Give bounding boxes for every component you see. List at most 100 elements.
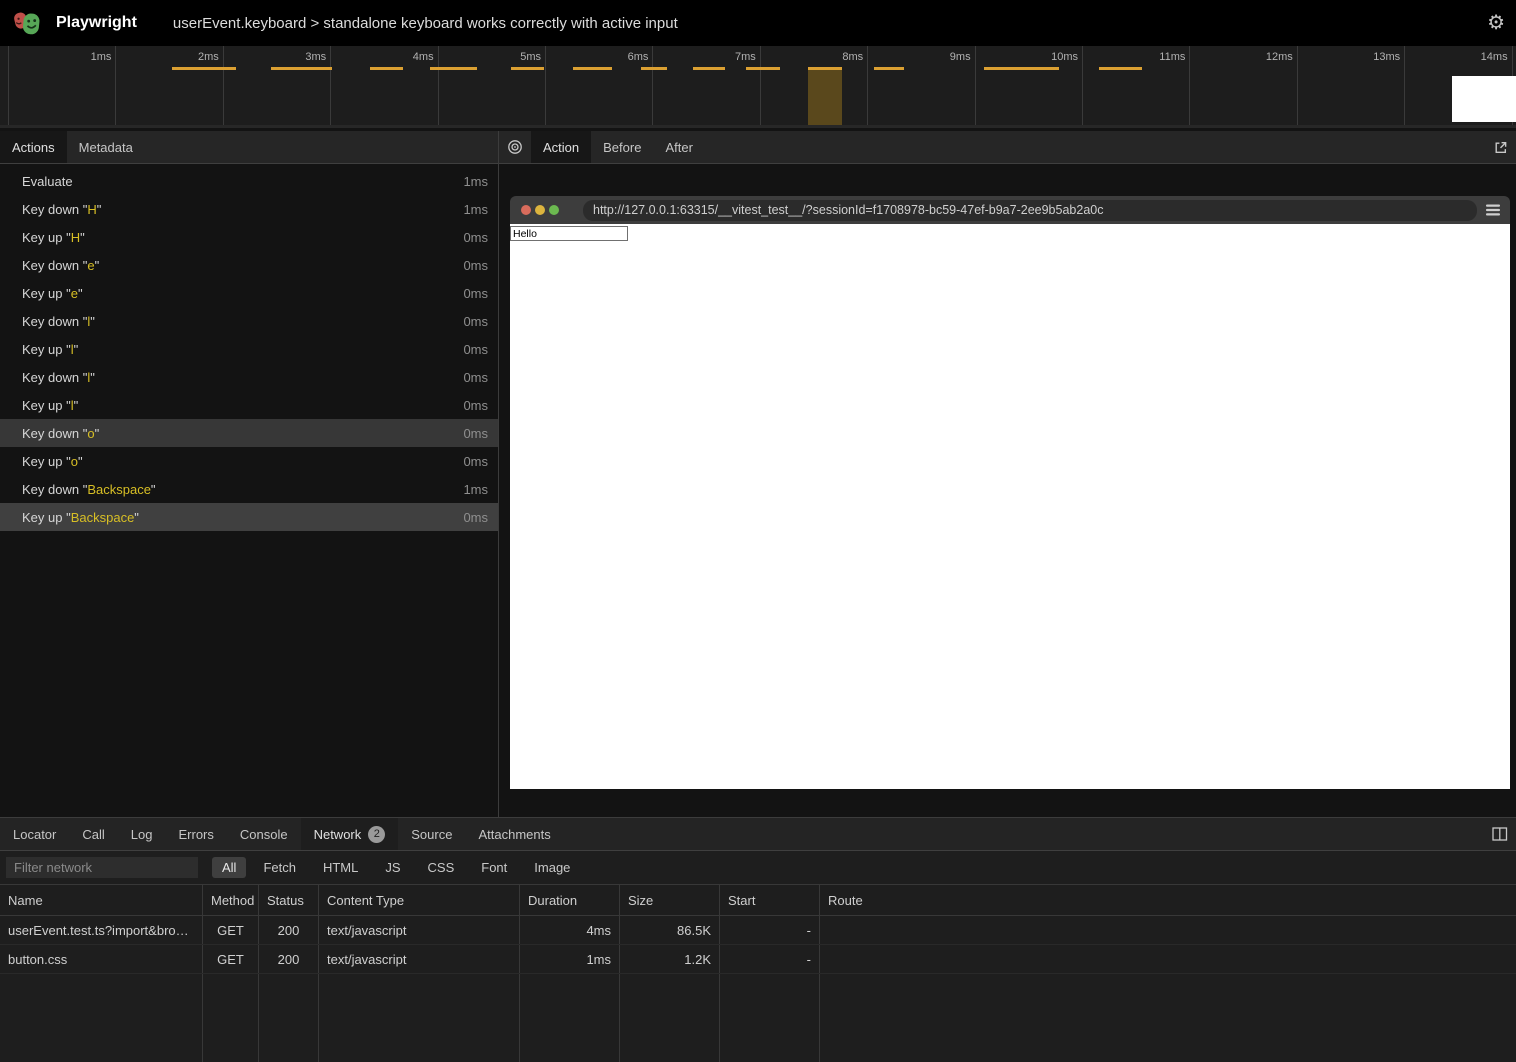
timeline-action-marker[interactable] — [984, 67, 1059, 70]
network-empty-cell — [203, 974, 259, 1062]
tab-actions[interactable]: Actions — [0, 131, 67, 163]
network-header-cell: Name — [0, 885, 203, 915]
network-row[interactable]: button.cssGET200text/javascript1ms1.2K- — [0, 945, 1516, 974]
action-label: Key up " — [22, 398, 71, 413]
action-row[interactable]: Key up "l"0ms — [0, 391, 498, 419]
action-quote: " — [95, 426, 100, 441]
timeline-action-marker[interactable] — [172, 67, 236, 70]
action-duration: 1ms — [463, 174, 488, 189]
timeline[interactable]: 1ms2ms3ms4ms5ms6ms7ms8ms9ms10ms11ms12ms1… — [0, 46, 1516, 128]
timeline-action-marker[interactable] — [641, 67, 667, 70]
action-row[interactable]: Key up "o"0ms — [0, 447, 498, 475]
network-cell-start: - — [720, 916, 820, 944]
action-quote: " — [134, 510, 139, 525]
network-header-cell: Content Type — [319, 885, 520, 915]
network-filter-chips: All Fetch HTML JS CSS Font Image — [212, 857, 580, 878]
network-cell-duration: 1ms — [520, 945, 620, 973]
filter-chip-image[interactable]: Image — [524, 857, 580, 878]
timeline-tick-label: 7ms — [735, 51, 756, 63]
action-row[interactable]: Key down "l"0ms — [0, 307, 498, 335]
action-duration: 0ms — [463, 230, 488, 245]
action-duration: 0ms — [463, 426, 488, 441]
action-row[interactable]: Key down "l"0ms — [0, 363, 498, 391]
timeline-action-marker[interactable] — [511, 67, 544, 70]
network-cell-route — [820, 916, 1516, 944]
playwright-logo-icon — [12, 8, 42, 38]
timeline-tick-label: 1ms — [91, 51, 112, 63]
action-row[interactable]: Key down "Backspace"1ms — [0, 475, 498, 503]
filter-chip-font[interactable]: Font — [471, 857, 517, 878]
tab-call[interactable]: Call — [69, 818, 117, 850]
action-label: Evaluate — [22, 174, 73, 189]
text-input[interactable] — [510, 226, 628, 241]
action-quote: " — [90, 314, 95, 329]
tab-network[interactable]: Network2 — [301, 818, 399, 850]
timeline-selected-range[interactable] — [808, 67, 842, 125]
network-row[interactable]: userEvent.test.ts?import&bro…GET200text/… — [0, 916, 1516, 945]
tab-errors[interactable]: Errors — [165, 818, 226, 850]
snapshot-viewport: http://127.0.0.1:63315/__vitest_test__/?… — [499, 164, 1516, 817]
pick-locator-target-icon[interactable] — [499, 131, 531, 163]
network-header-cell: Status — [259, 885, 319, 915]
filter-chip-html[interactable]: HTML — [313, 857, 368, 878]
filter-chip-js[interactable]: JS — [375, 857, 410, 878]
actions-metadata-tabbar: ActionsMetadata — [0, 131, 498, 164]
timeline-action-marker[interactable] — [430, 67, 477, 70]
snapshot-panel: ActionBeforeAfter — [499, 131, 1516, 817]
timeline-tick-label: 8ms — [842, 51, 863, 63]
network-header-cell: Method — [203, 885, 259, 915]
timeline-ruler-cell: 7ms — [653, 46, 760, 125]
action-row[interactable]: Key down "o"0ms — [0, 419, 498, 447]
tab-locator[interactable]: Locator — [0, 818, 69, 850]
network-header-cell: Duration — [520, 885, 620, 915]
filter-chip-fetch[interactable]: Fetch — [253, 857, 306, 878]
browser-menu-icon[interactable] — [1485, 204, 1501, 216]
action-row[interactable]: Evaluate 1ms — [0, 167, 498, 195]
network-empty-cell — [620, 974, 720, 1062]
network-cell-name: button.css — [0, 945, 203, 973]
tab-log[interactable]: Log — [118, 818, 166, 850]
tab-after[interactable]: After — [653, 131, 704, 163]
timeline-action-marker[interactable] — [573, 67, 612, 70]
action-quote: " — [95, 258, 100, 273]
bottom-panel: LocatorCallLogErrorsConsoleNetwork2Sourc… — [0, 817, 1516, 1062]
timeline-ruler-cell: 4ms — [331, 46, 438, 125]
tab-before[interactable]: Before — [591, 131, 653, 163]
timeline-ruler-cell: 12ms — [1190, 46, 1297, 125]
settings-gear-icon[interactable]: ⚙ — [1487, 13, 1505, 33]
timeline-action-marker[interactable] — [1099, 67, 1142, 70]
action-row[interactable]: Key up "Backspace"0ms — [0, 503, 498, 531]
filter-chip-css[interactable]: CSS — [418, 857, 465, 878]
timeline-ruler-cell: 10ms — [976, 46, 1083, 125]
tab-source[interactable]: Source — [398, 818, 465, 850]
action-quote: " — [151, 482, 156, 497]
action-key: o — [71, 454, 78, 469]
timeline-action-marker[interactable] — [271, 67, 332, 70]
timeline-screenshot-thumbnail[interactable] — [1452, 76, 1516, 122]
action-row[interactable]: Key up "l"0ms — [0, 335, 498, 363]
timeline-action-marker[interactable] — [746, 67, 780, 70]
action-row[interactable]: Key down "H"1ms — [0, 195, 498, 223]
tab-metadata[interactable]: Metadata — [67, 131, 145, 163]
timeline-tick-label: 3ms — [305, 51, 326, 63]
action-row[interactable]: Key up "H"0ms — [0, 223, 498, 251]
timeline-action-marker[interactable] — [370, 67, 403, 70]
action-row[interactable]: Key up "e"0ms — [0, 279, 498, 307]
tab-console[interactable]: Console — [227, 818, 301, 850]
action-duration: 1ms — [463, 482, 488, 497]
network-cell-status: 200 — [259, 916, 319, 944]
timeline-ruler-cell: 3ms — [224, 46, 331, 125]
timeline-action-marker[interactable] — [874, 67, 904, 70]
open-snapshot-external-icon[interactable] — [1493, 131, 1516, 163]
action-duration: 0ms — [463, 258, 488, 273]
tab-attachments[interactable]: Attachments — [465, 818, 563, 850]
timeline-action-marker[interactable] — [693, 67, 725, 70]
tab-action[interactable]: Action — [531, 131, 591, 163]
timeline-tick-label: 12ms — [1266, 51, 1293, 63]
filter-chip-all[interactable]: All — [212, 857, 246, 878]
layout-columns-icon[interactable] — [1492, 818, 1516, 850]
action-row[interactable]: Key down "e"0ms — [0, 251, 498, 279]
network-filter-input[interactable] — [6, 857, 198, 878]
network-cell-content_type: text/javascript — [319, 945, 520, 973]
action-duration: 1ms — [463, 202, 488, 217]
